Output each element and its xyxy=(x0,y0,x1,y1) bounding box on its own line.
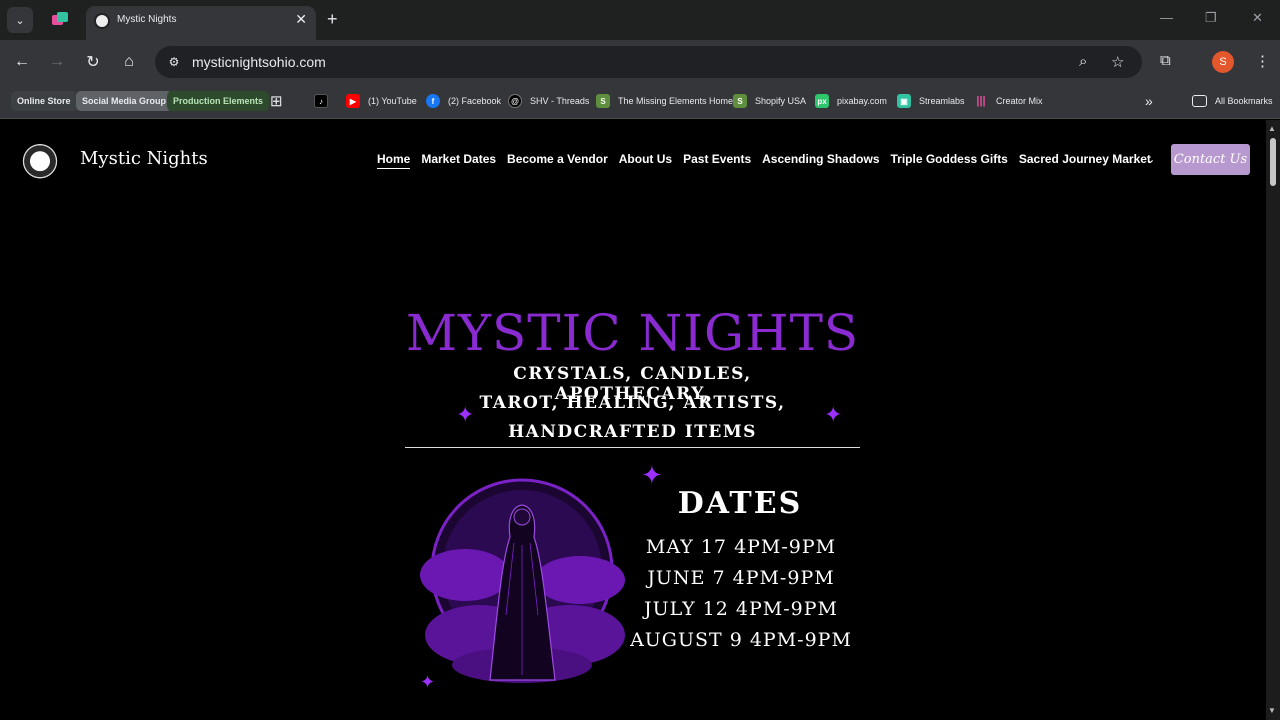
bookmark-label: SHV - Threads xyxy=(530,96,590,106)
minimize-icon[interactable]: — xyxy=(1160,10,1173,25)
bookmark-social-media-group[interactable]: Social Media Group xyxy=(76,91,173,111)
folder-icon xyxy=(1192,95,1207,107)
bookmark-label: Shopify USA xyxy=(755,96,807,106)
bookmark-streamlabs[interactable]: ▣ Streamlabs xyxy=(897,91,965,111)
scroll-thumb[interactable] xyxy=(1270,138,1276,186)
nav-past-events[interactable]: Past Events xyxy=(683,152,751,169)
nav-become-a-vendor[interactable]: Become a Vendor xyxy=(507,152,608,169)
menu-kebab-icon[interactable]: ⋮ xyxy=(1255,52,1270,70)
shopify-icon: S xyxy=(733,94,747,108)
window-close-icon[interactable]: ✕ xyxy=(1252,10,1263,26)
bookmark-star-icon[interactable]: ☆ xyxy=(1111,53,1124,71)
nav-home[interactable]: Home xyxy=(377,152,411,169)
creator-mix-icon: ||| xyxy=(976,95,986,107)
web-page: Mystic Nights Home Market Dates Become a… xyxy=(0,120,1266,720)
active-tab[interactable]: Mystic Nights ✕ xyxy=(86,6,316,40)
reload-icon[interactable]: ↻ xyxy=(82,51,104,73)
tab-strip: ⌄ Mystic Nights ✕ + — ❐ ✕ xyxy=(0,0,1280,40)
bookmarks-overflow-icon[interactable]: » xyxy=(1145,91,1153,111)
bookmark-shopify-usa[interactable]: S Shopify USA xyxy=(733,91,806,111)
poster-line: TAROT, HEALING, ARTISTS, xyxy=(479,393,786,413)
all-bookmarks-label: All Bookmarks xyxy=(1215,96,1273,106)
date-item: AUGUST 9 4PM-9PM xyxy=(630,629,852,651)
site-title[interactable]: Mystic Nights xyxy=(80,148,208,169)
date-item: MAY 17 4PM-9PM xyxy=(645,536,837,558)
site-info-icon[interactable]: ⚙ xyxy=(165,53,183,71)
date-item: JULY 12 4PM-9PM xyxy=(644,598,838,620)
poster-title: MYSTIC NIGHTS xyxy=(405,304,860,362)
all-bookmarks-button[interactable]: All Bookmarks xyxy=(1192,91,1273,111)
page-scrollbar[interactable]: ▲ ▼ xyxy=(1266,120,1280,720)
sparkle-icon: ✦ xyxy=(824,402,843,427)
close-icon[interactable]: ✕ xyxy=(295,11,307,28)
sparkle-icon: ✦ xyxy=(456,402,475,427)
nav-market-dates[interactable]: Market Dates xyxy=(421,152,496,169)
restore-icon[interactable]: ❐ xyxy=(1205,10,1217,26)
nav-about-us[interactable]: About Us xyxy=(619,152,672,169)
tiktok-icon: ♪ xyxy=(314,94,328,108)
bookmark-tiktok[interactable]: ♪ xyxy=(314,91,336,111)
new-tab-plus-icon[interactable]: + xyxy=(327,9,338,30)
address-bar[interactable]: ⚙ mysticnightsohio.com ⌕ ☆ xyxy=(155,46,1142,78)
facebook-icon: f xyxy=(426,94,440,108)
bookmark-online-store[interactable]: Online Store xyxy=(11,91,77,111)
main-nav: Home Market Dates Become a Vendor About … xyxy=(377,152,1151,169)
scroll-up-arrow-icon[interactable]: ▲ xyxy=(1268,124,1276,133)
poster-divider xyxy=(405,447,860,448)
extensions-icon[interactable]: ⧉ xyxy=(1160,52,1171,69)
chevron-down-icon: ⌄ xyxy=(1145,152,1156,166)
bookmark-facebook[interactable]: f (2) Facebook xyxy=(426,91,501,111)
nav-more-label: ... xyxy=(1126,152,1137,166)
date-item: JUNE 7 4PM-9PM xyxy=(647,567,835,589)
bookmark-label: pixabay.com xyxy=(837,96,887,106)
pixabay-icon: px xyxy=(815,94,829,108)
bookmark-missing-elements[interactable]: S The Missing Elements Home xyxy=(596,91,733,111)
dates-heading: DATES xyxy=(677,486,803,521)
back-arrow-icon[interactable]: ← xyxy=(11,51,33,73)
bookmark-label: Streamlabs xyxy=(919,96,965,106)
tab-group-icon[interactable] xyxy=(51,11,69,29)
forward-arrow-icon[interactable]: → xyxy=(46,51,68,73)
chevron-down-icon: ⌄ xyxy=(15,14,25,27)
nav-ascending-shadows[interactable]: Ascending Shadows xyxy=(762,152,879,169)
url-text[interactable]: mysticnightsohio.com xyxy=(192,54,326,70)
nav-more-menu[interactable]: ... ⌄ xyxy=(1126,152,1155,166)
poster-line: HANDCRAFTED ITEMS xyxy=(508,422,757,442)
site-favicon-icon xyxy=(94,13,110,29)
contact-us-button[interactable]: Contact Us xyxy=(1171,144,1250,175)
shopify-icon: S xyxy=(596,94,610,108)
home-icon[interactable]: ⌂ xyxy=(118,51,140,73)
youtube-icon: ▶ xyxy=(346,94,360,108)
tab-title: Mystic Nights xyxy=(117,14,177,25)
bookmark-creator-mix[interactable]: ||| Creator Mix xyxy=(974,91,1043,111)
bookmark-label: (2) Facebook xyxy=(448,96,502,106)
bookmark-label: (1) YouTube xyxy=(368,96,417,106)
hero-poster: MYSTIC NIGHTS CRYSTALS, CANDLES, APOTHEC… xyxy=(400,300,865,720)
profile-avatar[interactable]: S xyxy=(1212,51,1234,73)
apps-grid-icon[interactable]: ⊞ xyxy=(270,91,283,111)
bookmark-pixabay[interactable]: px pixabay.com xyxy=(815,91,887,111)
bookmark-threads[interactable]: @ SHV - Threads xyxy=(508,91,589,111)
bookmark-label: Creator Mix xyxy=(996,96,1043,106)
bookmark-youtube[interactable]: ▶ (1) YouTube xyxy=(346,91,417,111)
moon-goddess-illustration xyxy=(420,478,625,683)
bookmark-label: The Missing Elements Home xyxy=(618,96,734,106)
streamlabs-icon: ▣ xyxy=(897,94,911,108)
threads-icon: @ xyxy=(508,94,522,108)
bookmark-production-elements[interactable]: Production Elements xyxy=(167,91,270,111)
bookmarks-bar: Online Store Social Media Group Producti… xyxy=(0,84,1280,119)
zoom-icon[interactable]: ⌕ xyxy=(1079,53,1087,70)
site-logo[interactable] xyxy=(18,137,62,181)
nav-triple-goddess-gifts[interactable]: Triple Goddess Gifts xyxy=(891,152,1008,169)
browser-toolbar: ← → ↻ ⌂ ⚙ mysticnightsohio.com ⌕ ☆ ⧉ S ⋮ xyxy=(0,40,1280,84)
tab-search-button[interactable]: ⌄ xyxy=(7,7,33,33)
scroll-down-arrow-icon[interactable]: ▼ xyxy=(1268,706,1276,715)
